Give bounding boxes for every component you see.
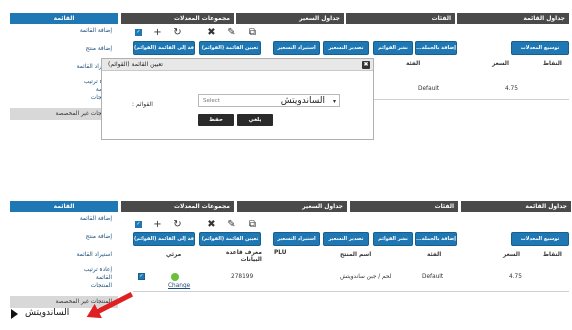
cell-category: Default <box>422 274 444 280</box>
sidebar-item-add-menu[interactable]: إضافة القائمة <box>10 25 118 37</box>
tab-price-lists[interactable]: جداول القائمة <box>461 201 571 212</box>
add-to-menu-button[interactable]: إضافة إلى القائمة (القوائم) <box>133 232 195 246</box>
expand-triangle-icon[interactable] <box>11 309 18 319</box>
assign-menu-button[interactable]: تعيين القائمة (القوائم) <box>199 232 261 246</box>
import-pricing-button[interactable]: استيراد التسعير <box>273 41 320 55</box>
change-visibility-link[interactable]: Change <box>168 283 190 289</box>
cell-product-name: لحم / جبن ساندويتش <box>340 274 392 280</box>
bottom-action-buttons: إضافة إلى القائمة (القوائم) تعيين القائم… <box>133 232 569 246</box>
chevron-down-icon[interactable]: ▾ <box>333 98 336 105</box>
modal-title: تعيين القائمة (القوائم) <box>108 61 163 68</box>
column-header-price[interactable]: السعر <box>492 61 509 68</box>
column-header-points[interactable]: النقاط <box>543 61 562 68</box>
bottom-toolbar: ✓ + ↻ ✖ ✎ ⧉ <box>135 219 256 231</box>
sidebar-item-import-menu[interactable]: استيراد القائمة <box>10 249 118 261</box>
top-action-buttons: إضافة إلى القائمة (القوائم) تعيين القائم… <box>133 41 569 55</box>
column-header-product-name[interactable]: اسم المنتج <box>340 252 371 259</box>
close-icon[interactable]: ✖ <box>362 61 370 69</box>
expand-modifiers-button[interactable]: توسيع المعدلات <box>511 232 569 246</box>
tab-modifier-groups[interactable]: مجموعات المعدلات <box>121 201 234 212</box>
delete-icon[interactable]: ✖ <box>206 27 217 38</box>
column-header-db-id[interactable]: معرف قاعدة البيانات <box>226 250 262 264</box>
edit-icon[interactable]: ✎ <box>226 219 237 230</box>
copy-icon[interactable]: ⧉ <box>247 27 258 38</box>
tab-pricing-tables[interactable]: جداول السعير <box>236 13 344 24</box>
tab-pricing-tables[interactable]: جداول السعير <box>237 201 347 212</box>
add-to-menu-button[interactable]: إضافة إلى القائمة (القوائم) <box>133 41 195 55</box>
export-pricing-button[interactable]: تصدير التسعير <box>323 232 369 246</box>
edit-icon[interactable]: ✎ <box>226 27 237 38</box>
bottom-tab-bar: جداول القائمة الفئات جداول السعير مجموعا… <box>0 201 572 212</box>
copy-icon[interactable]: ⧉ <box>247 219 258 230</box>
import-pricing-button[interactable]: استيراد التسعير <box>273 232 320 246</box>
export-pricing-button[interactable]: تصدير التسعير <box>323 41 369 55</box>
tab-categories[interactable]: الفئات <box>346 13 455 24</box>
row-checkbox[interactable]: ✓ <box>138 273 145 280</box>
row-divider <box>133 291 569 292</box>
bottom-screenshot-panel: جداول القائمة الفئات جداول السعير مجموعا… <box>0 198 572 330</box>
top-screenshot-panel: جداول القائمة الفئات جداول السعير مجموعا… <box>0 0 572 140</box>
bottom-sidebar: إضافة القائمة إضافة منتج استيراد القائمة… <box>10 213 118 308</box>
cell-price: 4.75 <box>505 86 518 92</box>
assign-menu-modal: تعيين القائمة (القوائم) ✖ : القوائم Sele… <box>101 58 374 140</box>
select-value: الساندويتش <box>280 96 325 106</box>
sidebar-item-add-product[interactable]: إضافة منتج <box>10 43 118 55</box>
publish-menu-button[interactable]: نشر القوائم <box>373 41 413 55</box>
save-button[interactable]: حفظ <box>198 114 234 126</box>
select-placeholder: Select <box>203 98 220 104</box>
add-icon[interactable]: + <box>152 219 163 230</box>
bulk-edit-button[interactable]: ...إضافة بالجملة <box>415 232 457 246</box>
column-header-price[interactable]: السعر <box>503 252 520 259</box>
refresh-icon[interactable]: ↻ <box>172 27 183 38</box>
sidebar-item-reorder-menu[interactable]: إعادة ترتيب القائمة المنتجات <box>10 264 118 292</box>
add-icon[interactable]: + <box>152 27 163 38</box>
tab-categories[interactable]: الفئات <box>350 201 458 212</box>
cell-db-id: 278199 <box>231 274 254 280</box>
sidebar-item-add-menu[interactable]: إضافة القائمة <box>10 213 118 225</box>
cell-category: Default <box>418 86 440 92</box>
cell-price: 4.75 <box>509 274 522 280</box>
publish-menu-button[interactable]: نشر القوائم <box>373 232 413 246</box>
tab-modifier-groups[interactable]: مجموعات المعدلات <box>121 13 234 24</box>
select-all-checkbox[interactable]: ✓ <box>135 29 142 36</box>
column-header-points[interactable]: النقاط <box>543 252 562 259</box>
tab-price-lists[interactable]: جداول القائمة <box>457 13 569 24</box>
tab-menu[interactable]: القائمة <box>10 13 118 24</box>
column-header-visible[interactable]: مرئي <box>166 252 181 259</box>
column-header-plu[interactable]: PLU <box>274 250 286 257</box>
delete-icon[interactable]: ✖ <box>206 219 217 230</box>
menus-label: : القوائم <box>132 101 153 108</box>
menus-select[interactable]: Select الساندويتش ▾ <box>198 94 340 107</box>
column-header-category[interactable]: الفئة <box>427 252 441 259</box>
refresh-icon[interactable]: ↻ <box>172 219 183 230</box>
column-header-category[interactable]: الفئة <box>406 61 420 68</box>
assign-menu-button[interactable]: تعيين القائمة (القوائم) <box>199 41 261 55</box>
top-tab-bar: جداول القائمة الفئات جداول السعير مجموعا… <box>0 13 572 24</box>
modal-header: تعيين القائمة (القوائم) ✖ <box>102 59 373 71</box>
expand-modifiers-button[interactable]: توسيع المعدلات <box>511 41 569 55</box>
menu-tree-item[interactable]: الساندويتش <box>25 308 69 318</box>
top-toolbar: ✓ + ↻ ✖ ✎ ⧉ <box>135 27 256 39</box>
sidebar-item-add-product[interactable]: إضافة منتج <box>10 231 118 243</box>
cancel-button[interactable]: يلغي <box>237 114 273 126</box>
select-all-checkbox[interactable]: ✓ <box>135 221 142 228</box>
visible-status-icon <box>171 273 179 281</box>
tab-menu[interactable]: القائمة <box>10 201 118 212</box>
row-divider <box>374 99 569 100</box>
bulk-edit-button[interactable]: ...إضافة بالجملة <box>415 41 457 55</box>
